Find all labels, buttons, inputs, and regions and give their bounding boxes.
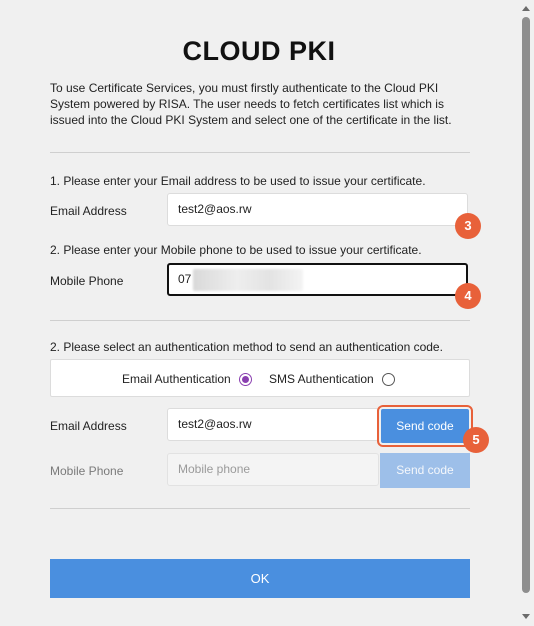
email-auth-label: Email Authentication: [122, 372, 231, 386]
divider: [50, 320, 470, 321]
divider: [50, 508, 470, 509]
scroll-up-icon[interactable]: [522, 6, 530, 11]
ok-button[interactable]: OK: [50, 559, 470, 598]
email-field[interactable]: test2@aos.rw: [167, 193, 468, 226]
scroll-down-icon[interactable]: [522, 614, 530, 619]
step2-instruction: 2. Please enter your Mobile phone to be …: [50, 243, 422, 257]
redacted-blur: [193, 268, 304, 291]
sms-auth-radio[interactable]: [382, 373, 395, 386]
auth-phone-field[interactable]: Mobile phone: [167, 453, 379, 486]
cloud-pki-dialog: CLOUD PKI To use Certificate Services, y…: [0, 0, 518, 626]
email-label: Email Address: [50, 204, 127, 218]
sms-auth-label: SMS Authentication: [269, 372, 374, 386]
mobile-phone-field[interactable]: 07: [167, 263, 468, 296]
email-auth-radio[interactable]: [239, 373, 252, 386]
mobile-label: Mobile Phone: [50, 274, 124, 288]
scroll-thumb[interactable]: [522, 17, 530, 593]
step-badge-5: 5: [463, 427, 489, 453]
mobile-phone-value: 07: [178, 272, 192, 286]
auth-email-field[interactable]: test2@aos.rw: [167, 408, 379, 441]
step-badge-4: 4: [455, 283, 481, 309]
intro-text: To use Certificate Services, you must fi…: [50, 81, 452, 127]
auth-email-value: test2@aos.rw: [178, 417, 252, 431]
send-code-phone-button[interactable]: Send code: [380, 453, 470, 488]
email-field-value: test2@aos.rw: [178, 202, 252, 216]
step-badge-3: 3: [455, 213, 481, 239]
auth-phone-placeholder: Mobile phone: [178, 462, 251, 476]
step3-instruction: 2. Please select an authentication metho…: [50, 340, 443, 354]
divider: [50, 152, 470, 153]
auth-phone-label: Mobile Phone: [50, 464, 124, 478]
vertical-scrollbar[interactable]: [518, 0, 534, 626]
auth-email-label: Email Address: [50, 419, 127, 433]
send-code-email-button[interactable]: Send code: [381, 409, 469, 443]
page-title: CLOUD PKI: [182, 36, 336, 66]
auth-method-selector: Email Authentication SMS Authentication: [50, 359, 470, 397]
step1-instruction: 1. Please enter your Email address to be…: [50, 174, 426, 188]
